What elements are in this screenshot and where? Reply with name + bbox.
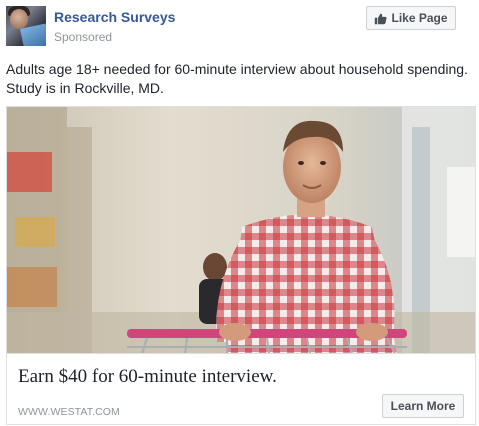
thumbs-up-icon [375,13,388,24]
ad-card-footer[interactable]: Earn $40 for 60-minute interview. WWW.WE… [6,353,476,425]
sponsored-post: Research Surveys Sponsored Like Page Adu… [0,0,479,426]
sponsored-label[interactable]: Sponsored [54,30,112,44]
post-text: Adults age 18+ needed for 60-minute inte… [6,61,468,96]
man-with-shopping-cart-photo [7,107,475,353]
avatar-screen [19,23,46,46]
like-page-button[interactable]: Like Page [366,6,456,30]
like-page-label: Like Page [391,11,448,25]
ad-image[interactable] [6,106,476,353]
ad-domain: WWW.WESTAT.COM [18,406,120,418]
ad-headline[interactable]: Earn $40 for 60-minute interview. [18,366,277,388]
page-avatar[interactable] [6,6,46,46]
page-name-link[interactable]: Research Surveys [54,9,175,25]
learn-more-button[interactable]: Learn More [382,394,464,418]
avatar-face [10,9,28,29]
